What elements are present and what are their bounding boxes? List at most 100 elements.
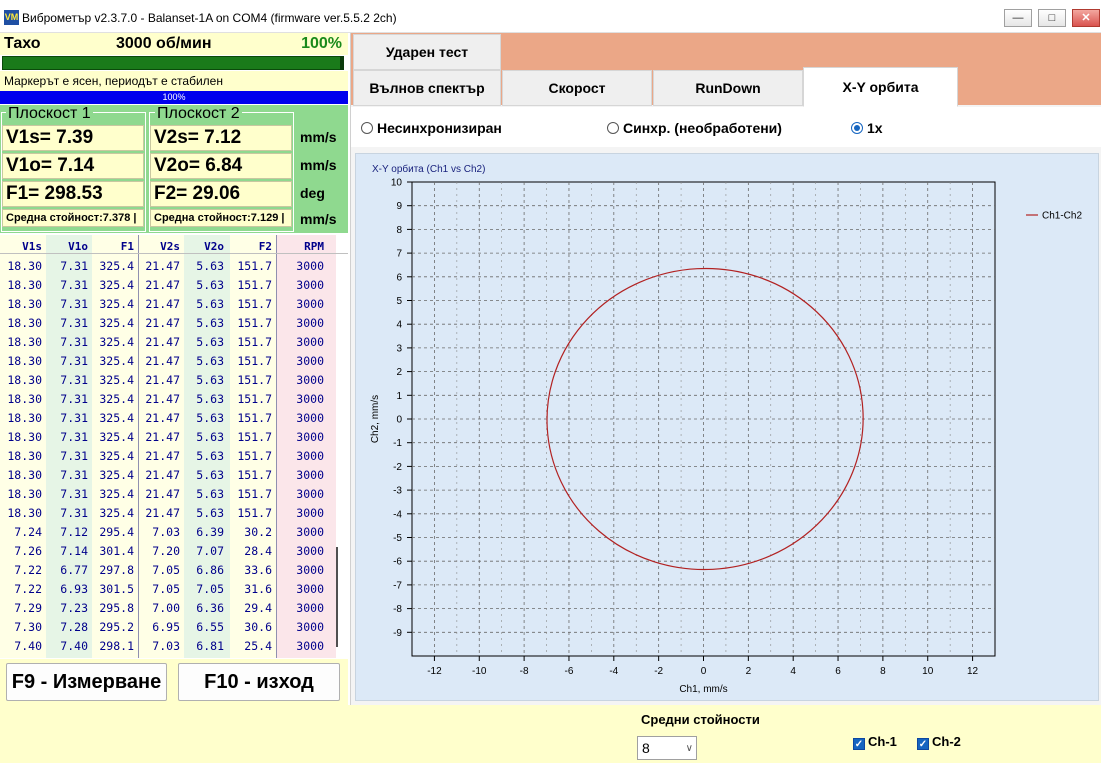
table-cell: 7.14 bbox=[60, 544, 88, 558]
f2-value: F2= 29.06 bbox=[150, 181, 292, 207]
y-tick-label: -3 bbox=[393, 486, 402, 497]
radio-1x[interactable]: 1x bbox=[851, 120, 883, 136]
radio-unsynchronized[interactable]: Несинхронизиран bbox=[361, 120, 502, 136]
table-cell: 151.7 bbox=[237, 449, 272, 463]
chart-svg: -12 -10 -8 -6 -4 -2 0 2 4 6 8 10 12109876543210-1-2-… bbox=[370, 163, 1082, 695]
table-cell: 21.47 bbox=[145, 373, 180, 387]
column-header: V1o bbox=[68, 240, 88, 253]
y-tick-label: -7 bbox=[393, 580, 402, 591]
table-cell: 151.7 bbox=[237, 335, 272, 349]
tacho-percent: 100% bbox=[301, 35, 342, 52]
column-header: F1 bbox=[120, 240, 134, 253]
table-cell: 7.31 bbox=[60, 392, 88, 406]
measure-button[interactable]: F9 - Измерване bbox=[6, 663, 167, 701]
table-cell: 18.30 bbox=[7, 430, 42, 444]
table-cell: 3000 bbox=[296, 620, 324, 634]
table-cell: 7.31 bbox=[60, 373, 88, 387]
table-cell: 3000 bbox=[296, 316, 324, 330]
tab-rundown[interactable]: RunDown bbox=[653, 70, 803, 106]
table-cell: 7.28 bbox=[60, 620, 88, 634]
table-cell: 6.81 bbox=[196, 639, 224, 653]
column-header: RPM bbox=[304, 240, 324, 253]
x-tick-label: 0 bbox=[701, 666, 707, 677]
table-cell: 295.8 bbox=[99, 601, 134, 615]
table-cell: 151.7 bbox=[237, 506, 272, 520]
table-cell: 33.6 bbox=[244, 563, 272, 577]
table-cell: 7.05 bbox=[196, 582, 224, 596]
measurements-table: V1s V1o F1 V2s V2o F2 RPM 18.30 7.31 325.4 21.47 5… bbox=[0, 235, 348, 658]
tab-xy-orbit[interactable]: X-Y орбита bbox=[803, 67, 958, 107]
table-cell: 21.47 bbox=[145, 468, 180, 482]
y-tick-label: -4 bbox=[393, 509, 402, 520]
table-cell: 151.7 bbox=[237, 278, 272, 292]
radio-label: Синхр. (необработени) bbox=[623, 120, 782, 136]
tab-impact-test[interactable]: Ударен тест bbox=[353, 34, 501, 70]
table-cell: 325.4 bbox=[99, 335, 134, 349]
close-button[interactable]: ✕ bbox=[1072, 9, 1100, 27]
y-tick-label: 0 bbox=[396, 415, 402, 426]
progress-bar: 100% bbox=[0, 91, 348, 104]
table-cell: 325.4 bbox=[99, 259, 134, 273]
header-separator bbox=[0, 253, 348, 254]
radio-sync-raw[interactable]: Синхр. (необработени) bbox=[607, 120, 782, 136]
plane1-average: Средна стойност:7.378 | bbox=[2, 209, 144, 227]
x-tick-label: -4 bbox=[609, 666, 618, 677]
table-cell: 7.40 bbox=[14, 639, 42, 653]
table-cell: 5.63 bbox=[196, 278, 224, 292]
y-tick-label: -9 bbox=[393, 628, 402, 639]
plane2-average: Средна стойност:7.129 | bbox=[150, 209, 292, 227]
table-scrollbar[interactable] bbox=[336, 547, 338, 647]
table-cell: 7.03 bbox=[152, 639, 180, 653]
table-cell: 21.47 bbox=[145, 392, 180, 406]
table-cell: 3000 bbox=[296, 506, 324, 520]
table-cell: 5.63 bbox=[196, 449, 224, 463]
table-cell: 151.7 bbox=[237, 411, 272, 425]
table-cell: 18.30 bbox=[7, 297, 42, 311]
table-cell: 3000 bbox=[296, 468, 324, 482]
tab-velocity[interactable]: Скорост bbox=[502, 70, 652, 106]
averages-label: Средни стойности bbox=[641, 712, 760, 727]
table-cell: 18.30 bbox=[7, 487, 42, 501]
table-cell: 28.4 bbox=[244, 544, 272, 558]
table-cell: 31.6 bbox=[244, 582, 272, 596]
table-cell: 6.86 bbox=[196, 563, 224, 577]
exit-button[interactable]: F10 - изход bbox=[178, 663, 340, 701]
column-header: V2o bbox=[204, 240, 224, 253]
table-cell: 301.5 bbox=[99, 582, 134, 596]
column-header: V1s bbox=[22, 240, 42, 253]
table-cell: 5.63 bbox=[196, 335, 224, 349]
table-cell: 7.31 bbox=[60, 449, 88, 463]
table-cell: 3000 bbox=[296, 525, 324, 539]
table-cell: 21.47 bbox=[145, 430, 180, 444]
table-cell: 30.2 bbox=[244, 525, 272, 539]
maximize-button[interactable]: □ bbox=[1038, 9, 1066, 27]
table-cell: 151.7 bbox=[237, 297, 272, 311]
table-cell: 18.30 bbox=[7, 354, 42, 368]
y-tick-label: -1 bbox=[393, 438, 402, 449]
table-cell: 7.12 bbox=[60, 525, 88, 539]
table-cell: 5.63 bbox=[196, 316, 224, 330]
unit-label: mm/s bbox=[300, 157, 337, 173]
table-cell: 18.30 bbox=[7, 259, 42, 273]
table-cell: 7.03 bbox=[152, 525, 180, 539]
table-cell: 18.30 bbox=[7, 392, 42, 406]
y-tick-label: 10 bbox=[391, 178, 403, 189]
table-cell: 21.47 bbox=[145, 354, 180, 368]
ch2-checkbox[interactable]: ✓ Ch-2 bbox=[917, 734, 961, 750]
bottom-bar: Средни стойности 8 ∨ ✓ Ch-1 ✓ Ch-2 bbox=[0, 705, 1101, 763]
table-cell: 325.4 bbox=[99, 449, 134, 463]
averages-select[interactable]: 8 ∨ bbox=[637, 736, 697, 760]
table-cell: 151.7 bbox=[237, 487, 272, 501]
unit-label: deg bbox=[300, 185, 325, 201]
bottom-buttons: F9 - Измерване F10 - изход bbox=[0, 659, 348, 705]
unit-label: mm/s bbox=[300, 211, 337, 227]
radio-label: 1x bbox=[867, 120, 883, 136]
table-cell: 3000 bbox=[296, 601, 324, 615]
table-cell: 7.22 bbox=[14, 563, 42, 577]
table-cell: 7.40 bbox=[60, 639, 88, 653]
y-tick-label: 9 bbox=[396, 201, 402, 212]
table-cell: 151.7 bbox=[237, 392, 272, 406]
tab-waveform-spectrum[interactable]: Вълнов спектър bbox=[353, 70, 501, 106]
ch1-checkbox[interactable]: ✓ Ch-1 bbox=[853, 734, 897, 750]
minimize-button[interactable]: — bbox=[1004, 9, 1032, 27]
